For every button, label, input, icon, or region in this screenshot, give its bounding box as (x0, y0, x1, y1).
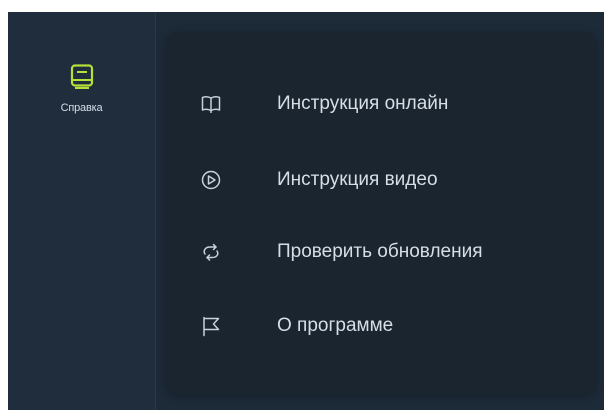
flag-icon (200, 315, 222, 337)
menu-item-label: Инструкция видео (277, 169, 438, 190)
menu-item-label: О программе (277, 315, 394, 336)
sidebar-item-help[interactable]: Справка (8, 52, 155, 142)
help-menu-panel: Инструкция онлайн Инструкция видео Прове… (166, 32, 596, 394)
app-window: Справка Инструкция онлайн Инструкция вид… (8, 12, 604, 410)
menu-item-about[interactable]: О программе (166, 302, 596, 350)
menu-item-check-updates[interactable]: Проверить обновления (166, 228, 596, 276)
sidebar: Справка (8, 12, 156, 410)
menu-item-online-manual[interactable]: Инструкция онлайн (166, 80, 596, 128)
menu-item-label: Проверить обновления (277, 241, 483, 262)
menu-item-label: Инструкция онлайн (277, 93, 449, 114)
sidebar-item-label: Справка (60, 102, 103, 114)
menu-item-video-manual[interactable]: Инструкция видео (166, 156, 596, 204)
main-area: Инструкция онлайн Инструкция видео Прове… (156, 12, 604, 410)
open-book-icon (200, 93, 222, 115)
refresh-icon (200, 241, 222, 263)
help-book-icon (70, 64, 94, 90)
play-circle-icon (200, 169, 222, 191)
